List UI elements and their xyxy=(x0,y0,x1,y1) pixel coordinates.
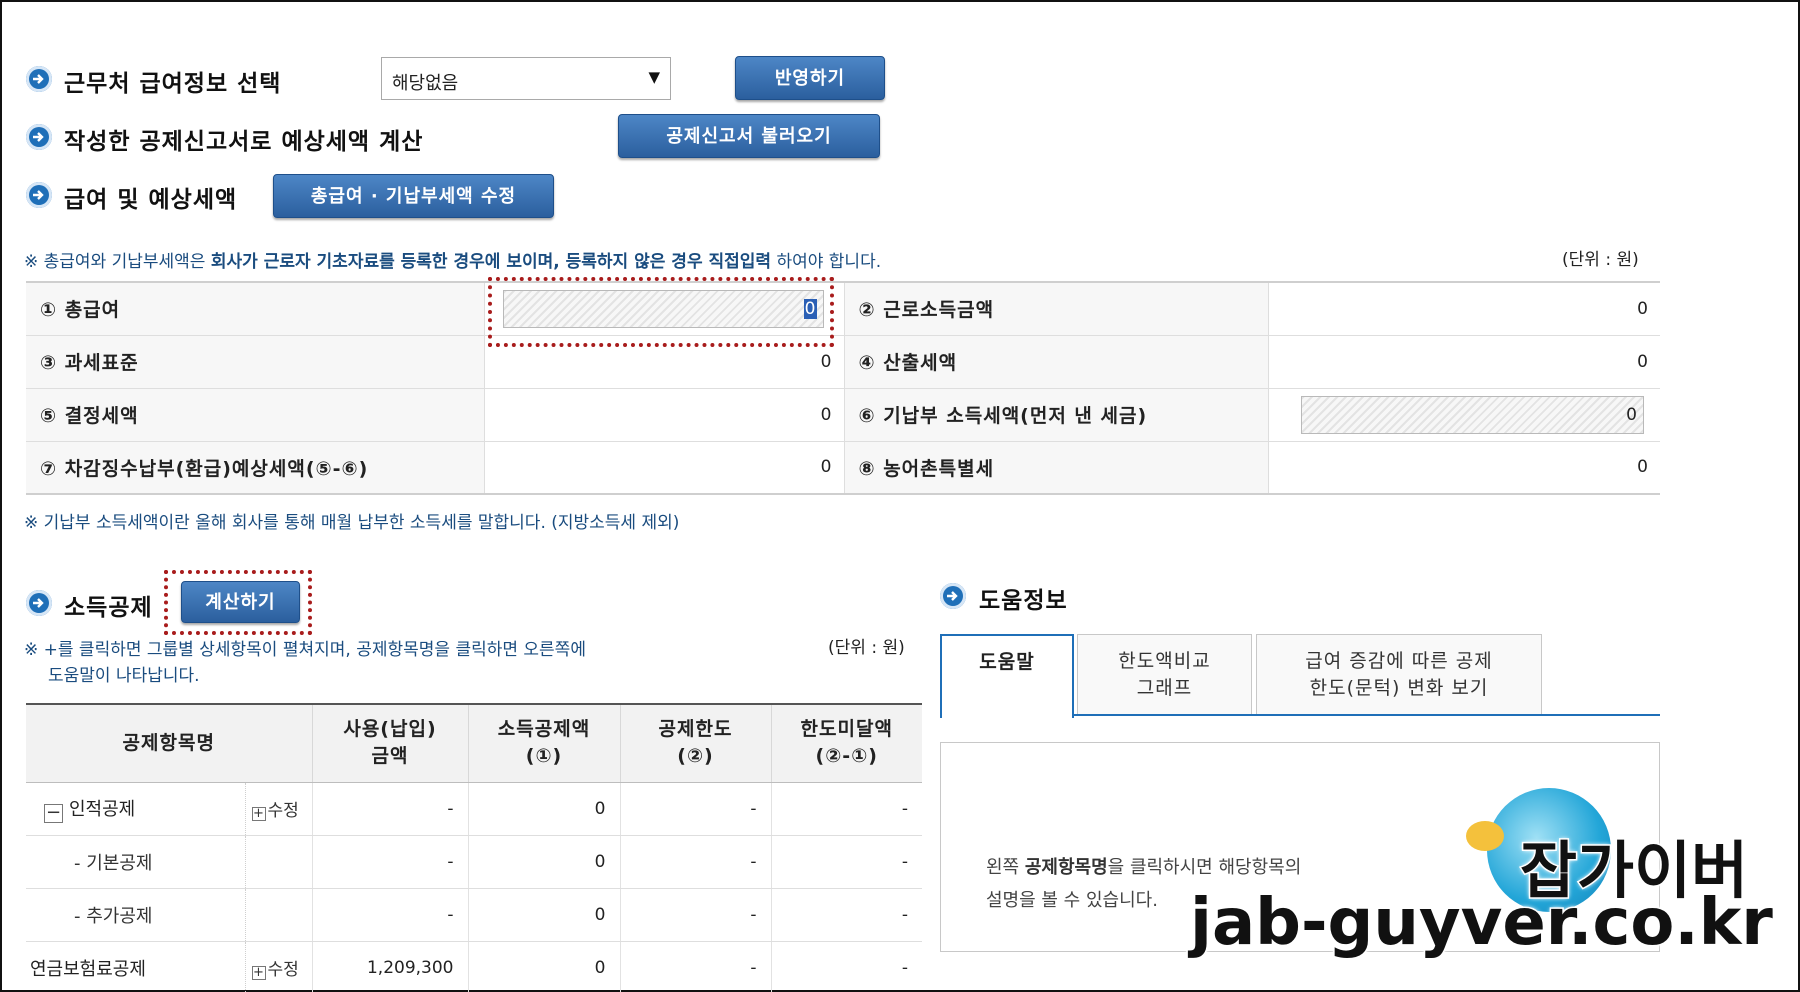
collapse-icon[interactable]: − xyxy=(44,803,63,823)
section-title-help: 도움정보 xyxy=(979,588,1068,614)
label-determined-tax: ⑤ 결정세액 xyxy=(26,388,484,442)
edit-salary-tax-button[interactable]: 총급여 · 기납부세액 수정 xyxy=(273,174,554,218)
table-row: ⑤ 결정세액 0 ⑥ 기납부 소득세액(먼저 낸 세금) 0 xyxy=(26,388,1660,442)
determined-tax-value: 0 xyxy=(483,388,845,442)
label-expected-refund: ⑦ 차감징수납부(환급)예상세액(⑤-⑥) xyxy=(26,441,484,495)
table-row: - 추가공제 - 0 - - xyxy=(26,888,922,942)
empty-cell xyxy=(244,888,312,942)
table-row: ③ 과세표준 0 ④ 산출세액 0 xyxy=(26,335,1660,389)
label-rural-special-tax: ⑧ 농어촌특별세 xyxy=(844,441,1268,495)
cell-shortfall: - xyxy=(770,941,922,992)
table-row: − 인적공제 + 수정 - 0 - - xyxy=(26,782,922,836)
label-tax-base: ③ 과세표준 xyxy=(26,335,484,389)
apply-button[interactable]: 반영하기 xyxy=(735,56,885,100)
section-title-salary: 급여 및 예상세액 xyxy=(64,187,238,213)
cell-used: - xyxy=(311,782,468,836)
cell-deduction: 0 xyxy=(467,782,620,836)
load-deduction-form-button[interactable]: 공제신고서 불러오기 xyxy=(618,114,880,158)
col-header-limit: 공제한도 (②) xyxy=(619,704,771,783)
col-header-item-name: 공제항목명 xyxy=(26,704,312,783)
tab-threshold-change[interactable]: 급여 증감에 따른 공제 한도(문턱) 변화 보기 xyxy=(1256,634,1542,716)
cell-used: - xyxy=(311,835,468,889)
salary-notice: ※ 총급여와 기납부세액은 회사가 근로자 기초자료를 등록한 경우에 보이며,… xyxy=(24,252,882,272)
row-additional-deduction[interactable]: - 추가공제 xyxy=(26,888,245,942)
arrow-circle-icon xyxy=(26,124,52,150)
section-title-workplace: 근무처 급여정보 선택 xyxy=(64,71,282,97)
deduction-notice: ※ +를 클릭하면 그룹별 상세항목이 펼쳐지며, 공제항목명을 클릭하면 오른… xyxy=(24,640,586,686)
arrow-circle-icon xyxy=(940,583,966,609)
arrow-circle-icon xyxy=(26,66,52,92)
cell-shortfall: - xyxy=(770,782,922,836)
prepaid-tax-notice: ※ 기납부 소득세액이란 올해 회사를 통해 매월 납부한 소득세를 말합니다.… xyxy=(24,513,680,533)
cell-limit: - xyxy=(619,941,771,992)
earned-income-value: 0 xyxy=(1267,282,1660,336)
deduction-table: 공제항목명 사용(납입) 금액 소득공제액 (①) 공제한도 (②) 한도미달액 (②-… xyxy=(26,703,922,992)
table-row: - 기본공제 - 0 - - xyxy=(26,835,922,889)
cell-limit: - xyxy=(619,888,771,942)
cell-used: - xyxy=(311,888,468,942)
cell-limit: - xyxy=(619,835,771,889)
edit-link[interactable]: + 수정 xyxy=(244,782,312,836)
cell-limit: - xyxy=(619,782,771,836)
computed-tax-value: 0 xyxy=(1267,335,1660,389)
highlight-box xyxy=(164,570,312,635)
table-row: 연금보험료공제 + 수정 1,209,300 0 - - xyxy=(26,941,922,992)
section-title-income-deduction: 소득공제 xyxy=(64,595,153,621)
section-title-estimate: 작성한 공제신고서로 예상세액 계산 xyxy=(64,129,424,155)
expected-refund-value: 0 xyxy=(483,441,845,495)
cell-used: 1,209,300 xyxy=(311,941,468,992)
cell-shortfall: - xyxy=(770,888,922,942)
plus-icon: + xyxy=(251,965,266,980)
table-row: ⑦ 차감징수납부(환급)예상세액(⑤-⑥) 0 ⑧ 농어촌특별세 0 xyxy=(26,441,1660,495)
table-row: ① 총급여 0 ② 근로소득금액 0 xyxy=(26,282,1660,336)
col-header-used-amount: 사용(납입) 금액 xyxy=(311,704,468,783)
arrow-circle-icon xyxy=(26,182,52,208)
cell-shortfall: - xyxy=(770,835,922,889)
col-header-deduction-amount: 소득공제액 (①) xyxy=(467,704,620,783)
row-basic-deduction[interactable]: - 기본공제 xyxy=(26,835,245,889)
label-earned-income: ② 근로소득금액 xyxy=(844,282,1268,336)
highlight-box xyxy=(488,277,834,347)
tab-limit-graph[interactable]: 한도액비교 그래프 xyxy=(1077,634,1252,716)
salary-table: ① 총급여 0 ② 근로소득금액 0 ③ 과세표준 0 ④ 산출세액 0 ⑤ 결… xyxy=(26,281,1660,495)
decoration-icon xyxy=(1466,821,1504,851)
deduction-unit-label: (단위 : 원) xyxy=(828,638,905,658)
dropdown-arrow-icon: ▼ xyxy=(648,68,660,86)
select-value: 해당없음 xyxy=(392,73,459,94)
row-personal-deduction[interactable]: − 인적공제 xyxy=(26,782,245,836)
workplace-select[interactable]: 해당없음 ▼ xyxy=(381,57,671,100)
tab-help[interactable]: 도움말 xyxy=(940,634,1074,718)
col-header-shortfall: 한도미달액 (②-①) xyxy=(770,704,922,783)
row-pension-deduction[interactable]: 연금보험료공제 xyxy=(26,941,245,992)
table-header-row: 공제항목명 사용(납입) 금액 소득공제액 (①) 공제한도 (②) 한도미달액 (②-… xyxy=(26,704,922,783)
cell-deduction: 0 xyxy=(467,888,620,942)
prepaid-tax-input[interactable]: 0 xyxy=(1267,388,1660,442)
watermark-url: jab-guyver.co.kr xyxy=(1189,885,1775,962)
label-prepaid-tax: ⑥ 기납부 소득세액(먼저 낸 세금) xyxy=(844,388,1268,442)
label-computed-tax: ④ 산출세액 xyxy=(844,335,1268,389)
label-total-salary: ① 총급여 xyxy=(26,282,484,336)
unit-label: (단위 : 원) xyxy=(1562,250,1639,270)
plus-icon: + xyxy=(251,806,266,821)
edit-link[interactable]: + 수정 xyxy=(244,941,312,992)
cell-deduction: 0 xyxy=(467,835,620,889)
empty-cell xyxy=(244,835,312,889)
cell-deduction: 0 xyxy=(467,941,620,992)
arrow-circle-icon xyxy=(26,590,52,616)
rural-special-tax-value: 0 xyxy=(1267,441,1660,495)
